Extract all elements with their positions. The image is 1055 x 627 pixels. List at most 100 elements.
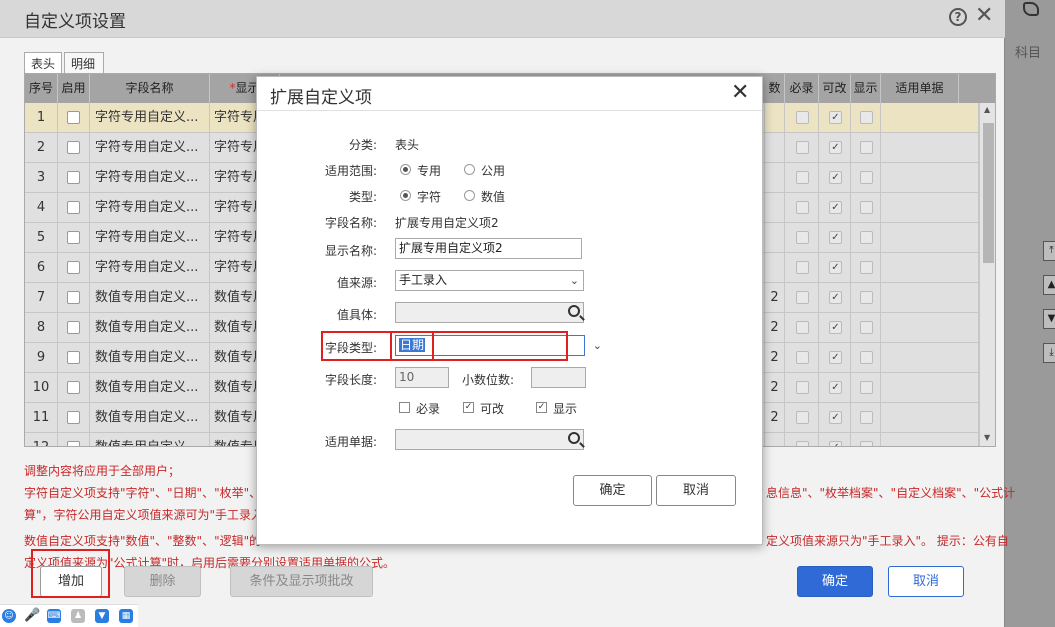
smile-icon[interactable]: ☺	[2, 609, 16, 623]
type-char-label: 字符	[417, 190, 442, 204]
editable-checkbox[interactable]: ✓	[829, 291, 842, 304]
enable-checkbox[interactable]	[67, 291, 80, 304]
arrow-top-icon[interactable]: ⤒	[1043, 241, 1055, 261]
show-checkbox[interactable]	[860, 291, 873, 304]
cell-seq: 9	[25, 343, 58, 373]
modal-close-icon[interactable]: ✕	[731, 80, 749, 105]
required-checkbox[interactable]	[796, 411, 809, 424]
background-tab-label[interactable]: 科目	[1015, 42, 1041, 61]
editable-checkbox[interactable]: ✓	[829, 411, 842, 424]
required-checkbox[interactable]	[796, 111, 809, 124]
enable-checkbox[interactable]	[67, 111, 80, 124]
enable-checkbox[interactable]	[67, 141, 80, 154]
show-checkbox[interactable]	[860, 231, 873, 244]
scroll-up-icon[interactable]: ▲	[984, 105, 990, 114]
enable-checkbox[interactable]	[67, 381, 80, 394]
show-checkbox[interactable]	[860, 351, 873, 364]
editable-checkbox[interactable]: ✓	[829, 231, 842, 244]
search-icon[interactable]	[568, 432, 580, 444]
editable-checkbox[interactable]: ✓	[829, 441, 842, 446]
cell-editable: ✓	[819, 283, 851, 313]
cell-enable	[58, 313, 90, 343]
field-length-input[interactable]: 10	[395, 367, 449, 388]
editable-checkbox[interactable]: ✓	[829, 381, 842, 394]
value-source-select[interactable]: 手工录入 ⌄	[395, 270, 584, 291]
type-char-radio[interactable]	[400, 190, 411, 201]
search-icon[interactable]	[568, 305, 580, 317]
show-checkbox[interactable]	[860, 171, 873, 184]
type-number-radio[interactable]	[464, 190, 475, 201]
required-checkbox[interactable]	[796, 171, 809, 184]
required-checkbox[interactable]	[796, 261, 809, 274]
cell-field-name: 字符专用自定义...	[90, 163, 210, 193]
enable-checkbox[interactable]	[67, 411, 80, 424]
required-checkbox[interactable]	[796, 231, 809, 244]
cell-enable	[58, 283, 90, 313]
editable-checkbox[interactable]: ✓	[829, 111, 842, 124]
scroll-down-icon[interactable]: ▼	[984, 433, 990, 442]
show-checkbox[interactable]	[860, 411, 873, 424]
chevron-down-icon[interactable]: ⌄	[593, 336, 602, 355]
editable-checkbox[interactable]: ✓	[829, 171, 842, 184]
keyboard-icon[interactable]: ⌨	[47, 609, 61, 623]
required-checkbox[interactable]	[796, 381, 809, 394]
user-icon[interactable]: ♟	[71, 609, 85, 623]
grid-icon[interactable]: ▦	[119, 609, 133, 623]
tab-header[interactable]: 表头	[24, 52, 62, 73]
ok-button[interactable]: 确定	[797, 566, 873, 597]
shirt-icon[interactable]: ▼	[95, 609, 109, 623]
required-checkbox[interactable]	[796, 441, 809, 446]
modal-ok-button[interactable]: 确定	[573, 475, 652, 506]
display-name-input[interactable]: 扩展专用自定义项2	[395, 238, 582, 259]
show-checkbox[interactable]	[860, 111, 873, 124]
enable-checkbox[interactable]	[67, 201, 80, 214]
scope-private-radio[interactable]	[400, 164, 411, 175]
delete-button[interactable]: 删除	[124, 566, 201, 597]
modal-cancel-button[interactable]: 取消	[656, 475, 736, 506]
close-icon[interactable]: ✕	[975, 3, 993, 28]
scope-public-radio[interactable]	[464, 164, 475, 175]
editable-checkbox[interactable]: ✓	[829, 351, 842, 364]
show-checkbox[interactable]	[860, 141, 873, 154]
help-icon[interactable]: ?	[949, 8, 967, 26]
enable-checkbox[interactable]	[67, 321, 80, 334]
show-checkbox[interactable]	[860, 201, 873, 214]
show-checkbox[interactable]	[860, 321, 873, 334]
enable-checkbox[interactable]	[67, 261, 80, 274]
show-checkbox[interactable]: ✓	[536, 402, 547, 413]
cell-required	[785, 313, 819, 343]
tab-detail[interactable]: 明细	[64, 52, 104, 73]
required-checkbox[interactable]	[796, 141, 809, 154]
editable-checkbox[interactable]: ✓	[829, 261, 842, 274]
editable-checkbox[interactable]: ✓	[829, 321, 842, 334]
required-checkbox[interactable]	[399, 402, 410, 413]
scroll-thumb[interactable]	[983, 123, 994, 263]
required-checkbox[interactable]	[796, 351, 809, 364]
required-checkbox[interactable]	[796, 321, 809, 334]
type-number-label: 数值	[481, 190, 506, 204]
arrow-down-icon[interactable]: ▼	[1043, 309, 1055, 329]
show-checkbox[interactable]	[860, 381, 873, 394]
cell-enable	[58, 223, 90, 253]
arrow-up-icon[interactable]: ▲	[1043, 275, 1055, 295]
editable-checkbox[interactable]: ✓	[829, 201, 842, 214]
decimal-input[interactable]	[531, 367, 586, 388]
table-scrollbar[interactable]: ▲ ▼	[979, 103, 995, 446]
applicable-doc-input[interactable]	[395, 429, 584, 450]
value-entity-input[interactable]	[395, 302, 584, 323]
enable-checkbox[interactable]	[67, 441, 80, 446]
editable-checkbox[interactable]: ✓	[829, 141, 842, 154]
show-checkbox[interactable]	[860, 441, 873, 446]
microphone-icon[interactable]: 🎤	[24, 609, 40, 623]
required-checkbox[interactable]	[796, 201, 809, 214]
arrow-bottom-icon[interactable]: ⤓	[1043, 343, 1055, 363]
show-checkbox[interactable]	[860, 261, 873, 274]
enable-checkbox[interactable]	[67, 351, 80, 364]
enable-checkbox[interactable]	[67, 171, 80, 184]
cancel-button[interactable]: 取消	[888, 566, 964, 597]
editable-checkbox[interactable]: ✓	[463, 402, 474, 413]
required-checkbox[interactable]	[796, 291, 809, 304]
phone-icon[interactable]	[1023, 2, 1039, 16]
batch-edit-button[interactable]: 条件及显示项批改	[230, 566, 373, 597]
enable-checkbox[interactable]	[67, 231, 80, 244]
